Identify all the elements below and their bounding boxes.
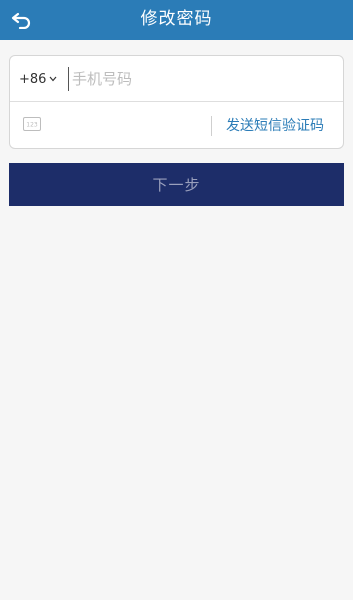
app-header: 修改密码 xyxy=(0,0,353,40)
send-sms-code-button[interactable]: 发送短信验证码 xyxy=(226,115,324,135)
sms-code-icon: 123 xyxy=(23,117,41,131)
page-title: 修改密码 xyxy=(140,9,213,29)
chevron-down-icon xyxy=(48,75,57,84)
verification-code-input[interactable] xyxy=(54,113,204,137)
vertical-divider xyxy=(211,116,212,136)
phone-row: +86 xyxy=(10,56,343,102)
country-code-value: +86 xyxy=(19,71,47,87)
svg-text:123: 123 xyxy=(26,122,38,129)
code-row: 123 发送短信验证码 xyxy=(10,102,343,148)
next-button[interactable]: 下一步 xyxy=(9,163,344,206)
phone-input[interactable] xyxy=(68,67,332,91)
form-card: +86 123 发送短信验证码 xyxy=(9,55,344,149)
country-code-select[interactable]: +86 xyxy=(19,70,57,88)
